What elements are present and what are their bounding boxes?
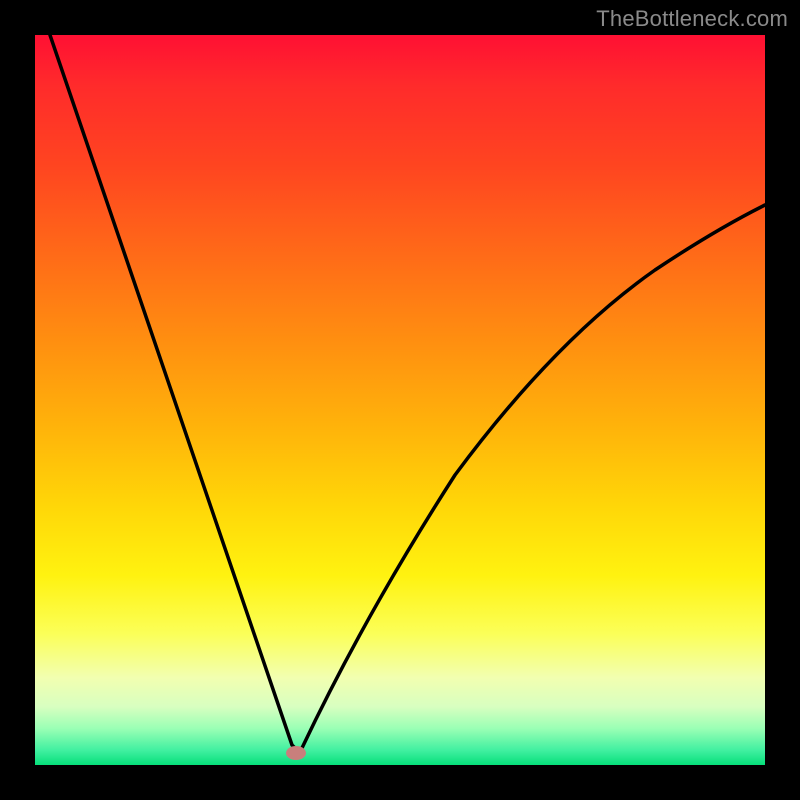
- min-point-marker: [286, 746, 306, 760]
- chart-frame: TheBottleneck.com: [0, 0, 800, 800]
- plot-area: [35, 35, 765, 765]
- watermark-text: TheBottleneck.com: [596, 6, 788, 32]
- curve-path: [50, 35, 765, 751]
- bottleneck-curve: [35, 35, 765, 765]
